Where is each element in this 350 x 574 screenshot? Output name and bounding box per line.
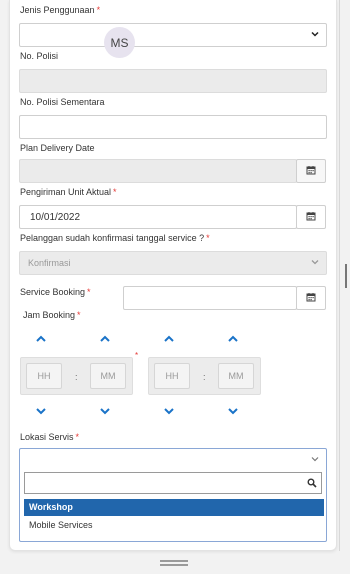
chevron-down-icon — [310, 257, 320, 269]
pengiriman-unit-aktual-input[interactable]: 10/01/2022 — [19, 205, 297, 229]
pelanggan-konfirmasi-placeholder: Konfirmasi — [28, 258, 71, 268]
chevron-down-icon — [35, 407, 47, 417]
chevron-up-icon — [99, 335, 111, 345]
plan-delivery-date-label: Plan Delivery Date — [20, 143, 95, 153]
start-minute-decrement-button[interactable] — [99, 407, 111, 417]
bottom-resize-handle-line-1[interactable] — [160, 560, 188, 562]
chevron-down-icon — [163, 407, 175, 417]
bottom-resize-handle-line-2[interactable] — [160, 564, 188, 566]
jenis-penggunaan-label: Jenis Penggunaan * — [20, 5, 101, 15]
pengiriman-unit-aktual-value: 10/01/2022 — [30, 212, 81, 223]
end-hour-decrement-button[interactable] — [163, 407, 175, 417]
no-polisi-sementara-input[interactable] — [19, 115, 327, 139]
start-hours-placeholder: HH — [37, 371, 51, 381]
avatar-initials: MS — [110, 35, 129, 50]
end-hour-increment-button[interactable] — [163, 335, 175, 345]
end-time-separator: : — [203, 372, 206, 382]
end-minute-decrement-button[interactable] — [227, 407, 239, 417]
search-icon — [307, 478, 317, 490]
end-minute-increment-button[interactable] — [227, 335, 239, 345]
panel-resize-handle[interactable] — [345, 264, 347, 288]
end-time-picker: HH : MM — [148, 357, 261, 395]
start-minutes-placeholder: MM — [100, 371, 116, 381]
service-booking-calendar-button[interactable] — [296, 286, 326, 310]
chevron-up-icon — [227, 335, 239, 345]
pengiriman-unit-aktual-label: Pengiriman Unit Aktual * — [20, 187, 117, 197]
chevron-down-icon — [310, 29, 320, 41]
no-polisi-label: No. Polisi — [20, 51, 59, 61]
no-polisi-input — [19, 69, 327, 93]
start-time-picker: HH : MM — [20, 357, 133, 395]
start-minute-increment-button[interactable] — [99, 335, 111, 345]
start-hour-increment-button[interactable] — [35, 335, 47, 345]
jenis-penggunaan-select[interactable] — [19, 23, 327, 47]
service-booking-input[interactable] — [123, 286, 297, 310]
lokasi-servis-search-input[interactable] — [24, 472, 322, 494]
jam-booking-middle-marker: * — [135, 351, 139, 360]
end-hours-placeholder: HH — [165, 371, 179, 381]
lokasi-servis-label: Lokasi Servis * — [20, 432, 80, 442]
no-polisi-sementara-label: No. Polisi Sementara — [20, 97, 105, 107]
lokasi-servis-select[interactable]: Workshop Mobile Services — [19, 448, 327, 542]
chevron-up-icon — [35, 335, 47, 345]
start-hours-input[interactable]: HH — [26, 363, 62, 389]
lokasi-servis-option-workshop[interactable]: Workshop — [24, 499, 324, 516]
calendar-icon — [306, 165, 316, 177]
calendar-icon — [306, 292, 316, 304]
start-hour-decrement-button[interactable] — [35, 407, 47, 417]
start-time-separator: : — [75, 372, 78, 382]
plan-delivery-date-input — [19, 159, 297, 183]
pengiriman-unit-aktual-calendar-button[interactable] — [296, 205, 326, 229]
service-booking-label: Service Booking * — [20, 287, 91, 297]
end-hours-input[interactable]: HH — [154, 363, 190, 389]
jam-booking-label: Jam Booking * — [23, 310, 81, 320]
pelanggan-konfirmasi-select: Konfirmasi — [19, 251, 327, 275]
end-minutes-input[interactable]: MM — [218, 363, 254, 389]
calendar-icon — [306, 211, 316, 223]
end-minutes-placeholder: MM — [228, 371, 244, 381]
chevron-down-icon — [227, 407, 239, 417]
avatar[interactable]: MS — [104, 27, 135, 58]
chevron-down-icon — [310, 454, 320, 466]
chevron-up-icon — [163, 335, 175, 345]
lokasi-servis-option-mobile-services[interactable]: Mobile Services — [24, 517, 324, 534]
panel-divider — [339, 0, 340, 551]
chevron-down-icon — [99, 407, 111, 417]
pelanggan-konfirmasi-label: Pelanggan sudah konfirmasi tanggal servi… — [20, 233, 210, 243]
plan-delivery-date-calendar-button — [296, 159, 326, 183]
start-minutes-input[interactable]: MM — [90, 363, 126, 389]
